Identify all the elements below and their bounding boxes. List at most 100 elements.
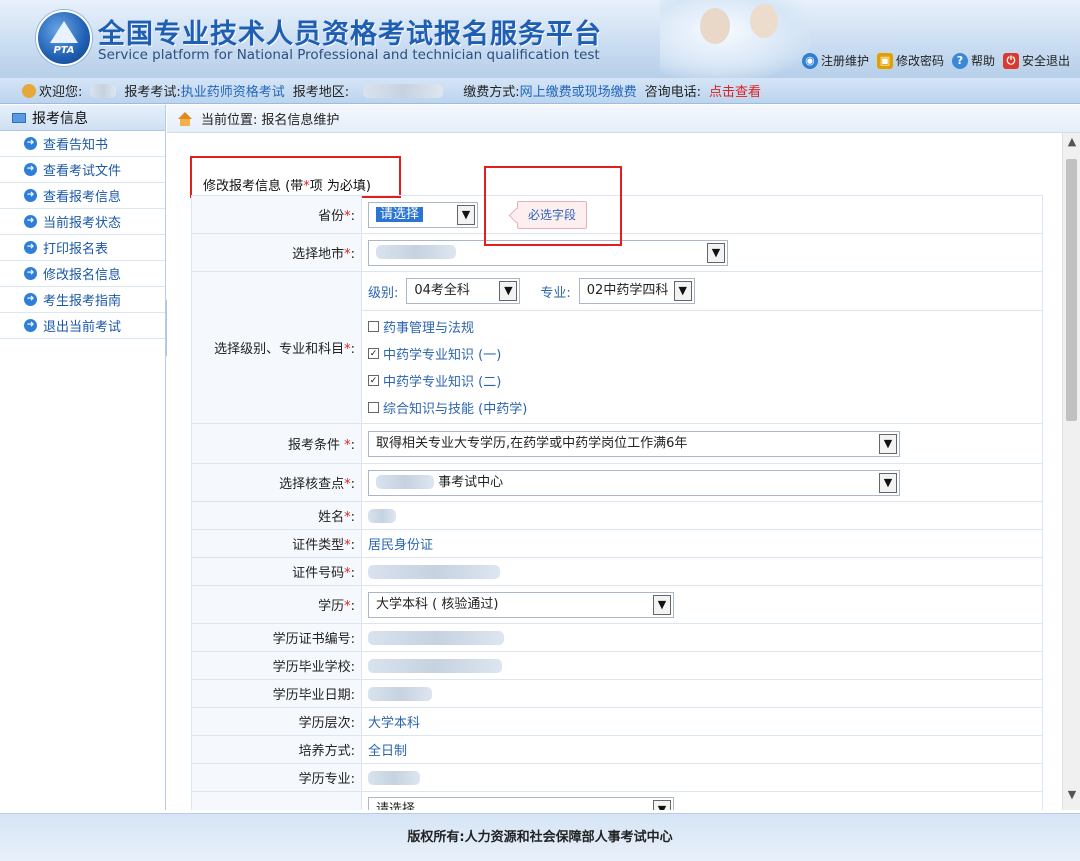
site-title-cn: 全国专业技术人员资格考试报名服务平台 [98,19,602,50]
sidebar-item-exam-docs[interactable]: ➜ 查看考试文件 [0,157,165,183]
payment-label: 缴费方式: [463,85,520,100]
sidebar-item-notice[interactable]: ➜ 查看告知书 [0,131,165,157]
monitor-icon [12,112,26,123]
checkpoint-redacted [376,475,434,489]
site-title-en: Service platform for National Profession… [98,47,600,63]
registration-form: 省份*: 请选择 ▼ 选择地市*: ▼ 选择级别、专业和科目*: 级别: 04考… [191,195,1043,810]
page-footer: 版权所有:人力资源和社会保障部人事考试中心 [0,813,1080,861]
scroll-down-icon[interactable]: ▼ [1063,786,1080,804]
sidebar-item-exit[interactable]: ➜ 退出当前考试 [0,313,165,339]
row-checkpoint: 选择核查点*: 事考试中心 ▼ [191,463,1043,502]
required-field-tooltip: 必选字段 [517,201,588,229]
phone-view-link[interactable]: 点击查看 [709,81,761,100]
edu-major-redacted [368,770,420,785]
edu-cert-redacted [368,630,504,645]
row-edu-major: 学历专业: [191,763,1043,792]
row-edu-date: 学历毕业日期: [191,679,1043,708]
pta-logo: PTA [36,10,92,66]
chevron-down-icon: ▼ [707,242,725,263]
name-redacted [368,508,396,523]
chevron-down-icon: ▼ [879,472,897,493]
sidebar-item-view-info[interactable]: ➜ 查看报考信息 [0,183,165,209]
row-next: 请选择 ▼ [191,791,1043,810]
row-edu-school: 学历毕业学校: [191,651,1043,680]
subject-checkbox-4[interactable]: 综合知识与技能 (中药学) [368,394,1036,421]
row-training-mode: 培养方式: 全日制 [191,735,1043,764]
form-title: 修改报考信息 (带*项 为必填) [203,179,371,194]
header-links: ◉ 注册维护 ▣ 修改密码 ? 帮助 ⏻ 安全退出 [801,52,1070,69]
breadcrumb: 当前位置: 报名信息维护 [167,105,1080,133]
row-name: 姓名*: [191,501,1043,530]
vertical-scrollbar[interactable]: ▲ ▼ [1062,133,1080,810]
major-select[interactable]: 02中药学四科 ▼ [578,278,695,304]
scroll-up-icon[interactable]: ▲ [1063,133,1080,151]
subject-checkbox-1[interactable]: 药事管理与法规 [368,313,1036,340]
row-id-type: 证件类型*: 居民身份证 [191,529,1043,558]
lock-icon: ▣ [876,52,893,69]
sidebar-item-edit-info[interactable]: ➜ 修改报名信息 [0,261,165,287]
checkpoint-select[interactable]: 事考试中心 ▼ [368,469,900,496]
education-select[interactable]: 大学本科 ( 核验通过) ▼ [368,591,674,618]
sidebar-item-status[interactable]: ➜ 当前报考状态 [0,209,165,235]
arrow-right-icon: ➜ [24,189,37,202]
chevron-down-icon: ▼ [457,204,475,225]
chevron-down-icon: ▼ [653,594,671,615]
payment-value: 网上缴费或现场缴费 [519,85,637,100]
logout-link[interactable]: ⏻ 安全退出 [1002,52,1070,69]
arrow-right-icon: ➜ [24,241,37,254]
arrow-right-icon: ➜ [24,215,37,228]
subject-checkbox-3[interactable]: ✓ 中药学专业知识 (二) [368,367,1036,394]
chevron-down-icon: ▼ [653,799,671,810]
row-id-number: 证件号码*: [191,557,1043,586]
next-select[interactable]: 请选择 ▼ [368,796,674,810]
power-icon: ⏻ [1002,52,1019,69]
row-edu-cert-no: 学历证书编号: [191,623,1043,652]
exam-value: 执业药师资格考试 [180,85,285,100]
row-edu-level: 学历层次: 大学本科 [191,707,1043,736]
chevron-down-icon: ▼ [673,281,692,301]
edu-level-value: 大学本科 [361,707,1043,736]
arrow-right-icon: ➜ [24,319,37,332]
arrow-right-icon: ➜ [24,293,37,306]
region-redacted [363,83,444,98]
sidebar-item-print[interactable]: ➜ 打印报名表 [0,235,165,261]
arrow-right-icon: ➜ [24,137,37,150]
row-level-major: 选择级别、专业和科目*: 级别: 04考全科 ▼ 专业: 02中药学四科 ▼ [191,271,1043,424]
chevron-down-icon: ▼ [499,281,518,301]
level-select[interactable]: 04考全科 ▼ [406,278,521,304]
welcome-label: 欢迎您: [39,85,83,100]
id-type-value: 居民身份证 [361,529,1043,558]
logo-text: PTA [53,45,75,56]
sidebar-header: 报考信息 [0,105,165,131]
user-icon [22,83,36,98]
condition-select[interactable]: 取得相关专业大专学历,在药学或中药学岗位工作满6年 ▼ [368,430,900,457]
copyright-text: 版权所有:人力资源和社会保障部人事考试中心 [407,830,673,845]
register-maintain-link[interactable]: ◉ 注册维护 [801,52,869,69]
home-icon [177,111,193,126]
sidebar-item-guide[interactable]: ➜ 考生报考指南 [0,287,165,313]
city-redacted [376,245,456,259]
info-bar: 欢迎您: 报考考试: 执业药师资格考试 报考地区: 缴费方式: 网上缴费或现场缴… [0,78,1080,104]
change-password-link[interactable]: ▣ 修改密码 [876,52,944,69]
province-select[interactable]: 请选择 ▼ [368,201,478,228]
username-redacted [90,83,117,98]
chevron-down-icon: ▼ [879,433,897,454]
subject-checkbox-2[interactable]: ✓ 中药学专业知识 (一) [368,340,1036,367]
edu-school-redacted [368,658,502,673]
id-number-redacted [368,564,500,579]
help-link[interactable]: ? 帮助 [951,52,995,69]
help-icon: ? [951,52,968,69]
exam-label: 报考考试: [124,85,181,100]
edu-date-redacted [368,686,432,701]
row-education: 学历*: 大学本科 ( 核验通过) ▼ [191,585,1043,624]
scrollbar-thumb[interactable] [1066,159,1077,421]
row-condition: 报考条件 *: 取得相关专业大专学历,在药学或中药学岗位工作满6年 ▼ [191,423,1043,464]
phone-label: 咨询电话: [644,85,701,100]
arrow-right-icon: ➜ [24,267,37,280]
arrow-right-icon: ➜ [24,163,37,176]
header-banner-photo [660,0,810,78]
region-label: 报考地区: [292,85,350,100]
main-content: 当前位置: 报名信息维护 修改报考信息 (带*项 为必填) 省份*: 请选择 ▼… [167,105,1080,810]
training-mode-value: 全日制 [361,735,1043,764]
globe-icon: ◉ [801,52,818,69]
